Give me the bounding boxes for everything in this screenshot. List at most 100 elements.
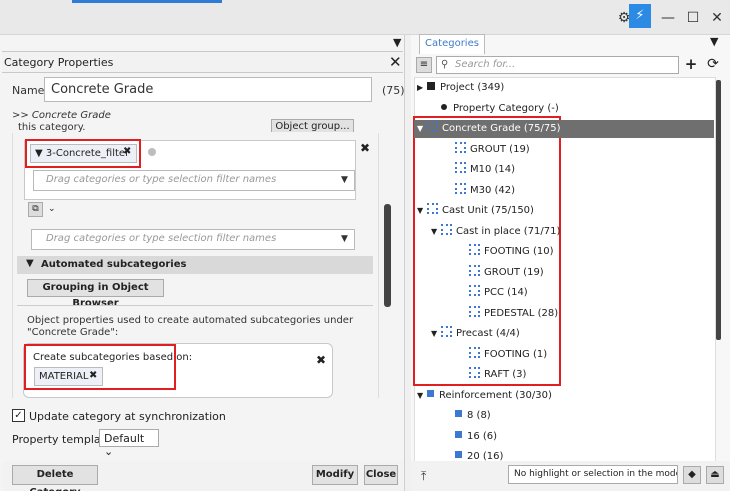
tree-row-label: Cast in place (71/71) (456, 225, 561, 237)
shapes-icon[interactable]: ◆ (683, 466, 701, 484)
bolt-icon[interactable]: ⚡ (629, 4, 651, 28)
expand-toggle-icon[interactable]: ▼ (417, 202, 427, 220)
category-icon (469, 285, 480, 296)
maximize-button[interactable]: ☐ (683, 8, 703, 28)
tree-row[interactable]: 8 (8) (445, 407, 491, 425)
category-icon (469, 346, 480, 358)
tree-row-label: M30 (42) (470, 184, 516, 196)
filter-toggle-icon[interactable]: ≡ (416, 57, 432, 73)
reinforcement-icon (455, 410, 462, 417)
chevron-down-icon[interactable]: ▼ (341, 175, 348, 185)
remove-filter-icon[interactable]: ✖ (360, 141, 370, 155)
tree-row-label: 16 (6) (467, 430, 498, 442)
drag-categories-dropdown-2[interactable]: Drag categories or type selection filter… (31, 229, 355, 250)
this-category-text: this category. (18, 122, 86, 133)
update-sync-checkbox[interactable]: ✓ (12, 409, 25, 422)
automated-description: Object properties used to create automat… (27, 315, 354, 338)
eject-icon[interactable]: ⏏ (706, 466, 724, 484)
dialog-title: Category Properties (4, 56, 114, 69)
add-category-button[interactable]: + (683, 57, 699, 73)
tree-row-label: Precast (4/4) (456, 328, 520, 339)
tree-row[interactable]: M30 (42) (445, 182, 515, 200)
grouping-in-object-browser-button[interactable]: Grouping in Object Browser (27, 279, 164, 309)
expand-toggle-icon[interactable]: ▼ (417, 387, 427, 405)
drag-categories-dropdown-1[interactable]: Drag categories or type selection filter… (33, 170, 355, 191)
tree-row[interactable]: ▼ Cast Unit (75/150) (417, 202, 534, 220)
tree-row-label: M10 (14) (470, 164, 516, 175)
close-button[interactable]: Close (364, 465, 398, 485)
search-icon: ⚲ (441, 59, 449, 70)
tree-row[interactable]: ▼ Reinforcement (30/30) (417, 387, 552, 405)
tree-row[interactable]: ▼ Concrete Grade (75/75) (414, 120, 714, 138)
tree-row[interactable]: ▼ Precast (4/4) (431, 325, 520, 343)
tree-row[interactable]: M10 (14) (445, 161, 515, 179)
chevron-down-icon: ⌄ (104, 445, 114, 458)
scrollbar[interactable] (384, 204, 391, 307)
tree-row[interactable]: GROUT (19) (459, 264, 544, 282)
divider (17, 305, 373, 306)
tab-categories[interactable]: Categories (419, 34, 485, 54)
highlight-mode-value: No highlight or selection in the model (514, 469, 678, 479)
category-icon (469, 305, 480, 317)
property-template-select[interactable]: Default ⌄ (99, 429, 159, 458)
tree-row-label: FOOTING (1) (484, 348, 548, 360)
panel-menu-arrow-icon[interactable]: ▼ (710, 35, 718, 48)
remove-rule-icon[interactable]: ✖ (316, 353, 326, 367)
category-icon (469, 264, 480, 276)
chevron-down-icon[interactable]: ⌄ (48, 204, 56, 214)
tree-row[interactable]: ▶ Project (349) (417, 79, 504, 97)
tree-row-label: GROUT (19) (484, 266, 544, 278)
tree-row[interactable]: 16 (6) (445, 428, 497, 446)
property-icon (441, 103, 447, 110)
category-icon (469, 244, 480, 255)
close-icon[interactable]: ✕ (389, 53, 402, 71)
category-icon (427, 121, 438, 132)
update-sync-label: Update category at synchronization (29, 410, 226, 423)
tree-row[interactable]: ▼ Cast in place (71/71) (431, 223, 560, 241)
tree-row-label: Reinforcement (30/30) (439, 389, 552, 401)
tree-row-label: PCC (14) (484, 287, 528, 298)
object-group-button[interactable]: Object group... (271, 119, 354, 132)
refresh-icon[interactable]: ⟳ (705, 57, 721, 73)
expand-toggle-icon[interactable]: ▼ (431, 223, 441, 241)
tree-row[interactable]: FOOTING (1) (459, 346, 547, 364)
modify-button[interactable]: Modify (312, 465, 358, 485)
scrollbar[interactable] (716, 80, 721, 340)
name-label: Name: (12, 84, 49, 97)
expand-toggle-icon[interactable]: ▼ (431, 325, 441, 343)
drag-handle-icon[interactable] (148, 148, 156, 156)
add-filter-icon[interactable]: ⧉ (28, 202, 43, 217)
tree-row[interactable]: RAFT (3) (459, 366, 526, 384)
close-window-button[interactable]: ✕ (707, 8, 727, 28)
breadcrumb: >> Concrete Grade (12, 110, 111, 121)
tree-row[interactable]: PCC (14) (459, 284, 528, 302)
tree-row-label: Property Category (-) (453, 102, 559, 114)
chevron-down-icon[interactable]: ▼ (341, 234, 348, 244)
category-icon (469, 367, 480, 378)
property-template-value: Default (104, 432, 145, 445)
category-icon (441, 223, 452, 235)
tree-row[interactable]: 20 (16) (445, 448, 503, 466)
tree-row[interactable]: Property Category (-) (431, 100, 559, 118)
category-icon (455, 141, 466, 153)
tree-row[interactable]: GROUT (19) (445, 141, 530, 159)
panel-menu-arrow-icon[interactable]: ▼ (393, 36, 401, 49)
name-input[interactable]: Concrete Grade (44, 77, 372, 102)
minimize-button[interactable]: — (658, 8, 678, 28)
search-input[interactable]: Search for... (436, 56, 679, 74)
top-accent-line (72, 0, 222, 3)
tree-row[interactable]: FOOTING (10) (459, 243, 554, 261)
expand-toggle-icon[interactable]: ▼ (417, 120, 427, 138)
category-icon (427, 203, 438, 214)
automated-subcategories-title: Automated subcategories (41, 259, 187, 270)
delete-category-button[interactable]: Delete Category (12, 465, 98, 491)
highlight-mode-select[interactable]: No highlight or selection in the model ⌄ (508, 465, 678, 484)
add-to-category-icon[interactable]: ⤒ (421, 469, 426, 484)
reinforcement-icon (455, 430, 462, 438)
tree-row[interactable]: PEDESTAL (28) (459, 305, 558, 323)
expand-toggle-icon[interactable]: ▶ (417, 79, 427, 97)
highlight-box-filter (25, 139, 141, 168)
reinforcement-icon (427, 389, 434, 397)
highlight-box-create (24, 344, 176, 390)
tree-row-label: Project (349) (440, 82, 505, 93)
